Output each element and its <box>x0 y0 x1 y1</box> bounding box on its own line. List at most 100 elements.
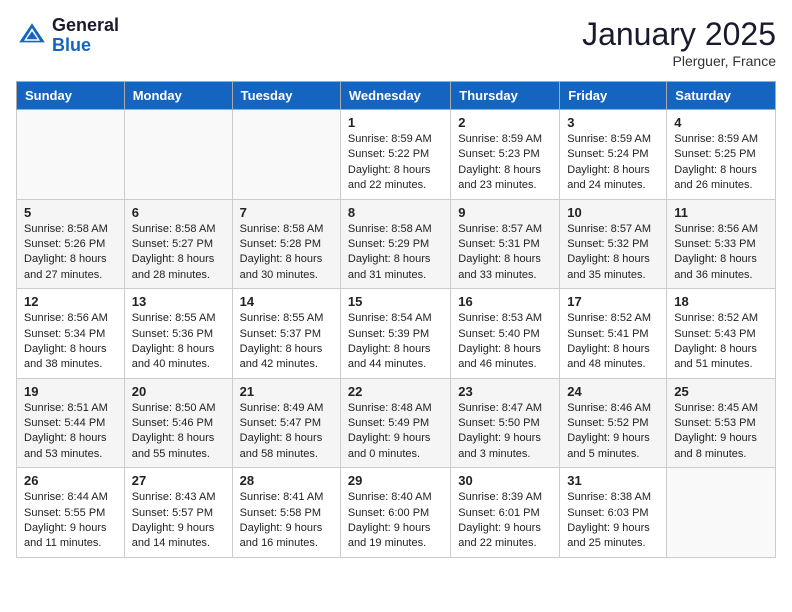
calendar-cell: 14 Sunrise: 8:55 AMSunset: 5:37 PMDayligh… <box>232 289 340 379</box>
day-info: Sunrise: 8:54 AMSunset: 5:39 PMDaylight:… <box>348 311 443 373</box>
day-info: Sunrise: 8:55 AMSunset: 5:36 PMDaylight:… <box>132 311 225 373</box>
calendar-cell: 9 Sunrise: 8:57 AMSunset: 5:31 PMDaylight… <box>451 199 560 289</box>
day-number: 5 <box>24 205 117 220</box>
calendar-cell: 5 Sunrise: 8:58 AMSunset: 5:26 PMDaylight… <box>17 199 125 289</box>
day-number: 14 <box>240 294 333 309</box>
calendar-cell: 16Sunrise: 8:53 AMSunset: 5:40 PMDayligh… <box>451 289 560 379</box>
day-number: 18 <box>674 294 768 309</box>
weekday-header: Thursday <box>451 82 560 110</box>
day-info: Sunrise: 8:58 AMSunset: 5:29 PMDaylight:… <box>348 222 443 284</box>
day-info: Sunrise: 8:44 AMSunset: 5:55 PMDaylight:… <box>24 490 117 552</box>
logo: General Blue <box>16 16 119 56</box>
day-info: Sunrise: 8:45 AMSunset: 5:53 PMDaylight:… <box>674 401 768 463</box>
day-number: 9 <box>458 205 552 220</box>
calendar-cell: 25Sunrise: 8:45 AMSunset: 5:53 PMDayligh… <box>667 378 776 468</box>
calendar-week-row: 12 Sunrise: 8:56 AMSunset: 5:34 PMDayligh… <box>17 289 776 379</box>
day-number: 7 <box>240 205 333 220</box>
calendar-cell: 27Sunrise: 8:43 AMSunset: 5:57 PMDayligh… <box>124 468 232 558</box>
day-number: 13 <box>132 294 225 309</box>
calendar-cell: 21 Sunrise: 8:49 AMSunset: 5:47 PMDayligh… <box>232 378 340 468</box>
calendar-cell: 24Sunrise: 8:46 AMSunset: 5:52 PMDayligh… <box>560 378 667 468</box>
calendar-cell: 26 Sunrise: 8:44 AMSunset: 5:55 PMDayligh… <box>17 468 125 558</box>
calendar-week-row: 19Sunrise: 8:51 AMSunset: 5:44 PMDayligh… <box>17 378 776 468</box>
weekday-header: Wednesday <box>340 82 450 110</box>
calendar-cell: 17Sunrise: 8:52 AMSunset: 5:41 PMDayligh… <box>560 289 667 379</box>
day-info: Sunrise: 8:50 AMSunset: 5:46 PMDaylight:… <box>132 401 225 463</box>
day-number: 29 <box>348 473 443 488</box>
logo-text: General Blue <box>52 16 119 56</box>
day-number: 4 <box>674 115 768 130</box>
day-number: 8 <box>348 205 443 220</box>
weekday-header: Tuesday <box>232 82 340 110</box>
day-info: Sunrise: 8:38 AMSunset: 6:03 PMDaylight:… <box>567 490 659 552</box>
day-info: Sunrise: 8:51 AMSunset: 5:44 PMDaylight:… <box>24 401 117 463</box>
day-info: Sunrise: 8:40 AMSunset: 6:00 PMDaylight:… <box>348 490 443 552</box>
day-number: 22 <box>348 384 443 399</box>
day-info: Sunrise: 8:46 AMSunset: 5:52 PMDaylight:… <box>567 401 659 463</box>
calendar-cell: 12 Sunrise: 8:56 AMSunset: 5:34 PMDayligh… <box>17 289 125 379</box>
calendar-header: SundayMondayTuesdayWednesdayThursdayFrid… <box>17 82 776 110</box>
day-number: 3 <box>567 115 659 130</box>
day-info: Sunrise: 8:39 AMSunset: 6:01 PMDaylight:… <box>458 490 552 552</box>
day-number: 6 <box>132 205 225 220</box>
calendar-cell <box>232 110 340 200</box>
weekday-header: Saturday <box>667 82 776 110</box>
calendar-cell: 28Sunrise: 8:41 AMSunset: 5:58 PMDayligh… <box>232 468 340 558</box>
day-info: Sunrise: 8:58 AMSunset: 5:28 PMDaylight:… <box>240 222 333 284</box>
day-number: 10 <box>567 205 659 220</box>
day-number: 12 <box>24 294 117 309</box>
logo-general: General <box>52 16 119 36</box>
day-info: Sunrise: 8:59 AMSunset: 5:25 PMDaylight:… <box>674 132 768 194</box>
day-info: Sunrise: 8:49 AMSunset: 5:47 PMDaylight:… <box>240 401 333 463</box>
calendar-cell <box>124 110 232 200</box>
day-info: Sunrise: 8:59 AMSunset: 5:23 PMDaylight:… <box>458 132 552 194</box>
day-number: 23 <box>458 384 552 399</box>
calendar-cell: 3 Sunrise: 8:59 AMSunset: 5:24 PMDaylight… <box>560 110 667 200</box>
day-number: 11 <box>674 205 768 220</box>
calendar: SundayMondayTuesdayWednesdayThursdayFrid… <box>16 81 776 558</box>
calendar-week-row: 5 Sunrise: 8:58 AMSunset: 5:26 PMDaylight… <box>17 199 776 289</box>
day-info: Sunrise: 8:52 AMSunset: 5:41 PMDaylight:… <box>567 311 659 373</box>
day-number: 21 <box>240 384 333 399</box>
calendar-cell: 1Sunrise: 8:59 AMSunset: 5:22 PMDaylight… <box>340 110 450 200</box>
logo-icon <box>16 20 48 52</box>
day-info: Sunrise: 8:43 AMSunset: 5:57 PMDaylight:… <box>132 490 225 552</box>
calendar-cell <box>667 468 776 558</box>
calendar-body: 1Sunrise: 8:59 AMSunset: 5:22 PMDaylight… <box>17 110 776 558</box>
day-info: Sunrise: 8:48 AMSunset: 5:49 PMDaylight:… <box>348 401 443 463</box>
calendar-cell: 29 Sunrise: 8:40 AMSunset: 6:00 PMDayligh… <box>340 468 450 558</box>
calendar-cell: 13 Sunrise: 8:55 AMSunset: 5:36 PMDayligh… <box>124 289 232 379</box>
calendar-cell: 2Sunrise: 8:59 AMSunset: 5:23 PMDaylight… <box>451 110 560 200</box>
calendar-cell <box>17 110 125 200</box>
day-number: 26 <box>24 473 117 488</box>
weekday-header: Monday <box>124 82 232 110</box>
day-number: 28 <box>240 473 333 488</box>
day-info: Sunrise: 8:56 AMSunset: 5:33 PMDaylight:… <box>674 222 768 284</box>
day-info: Sunrise: 8:52 AMSunset: 5:43 PMDaylight:… <box>674 311 768 373</box>
calendar-cell: 6 Sunrise: 8:58 AMSunset: 5:27 PMDaylight… <box>124 199 232 289</box>
day-info: Sunrise: 8:59 AMSunset: 5:22 PMDaylight:… <box>348 132 443 194</box>
month-title: January 2025 <box>582 16 776 53</box>
day-info: Sunrise: 8:55 AMSunset: 5:37 PMDaylight:… <box>240 311 333 373</box>
calendar-week-row: 1Sunrise: 8:59 AMSunset: 5:22 PMDaylight… <box>17 110 776 200</box>
calendar-cell: 4 Sunrise: 8:59 AMSunset: 5:25 PMDaylight… <box>667 110 776 200</box>
weekday-header: Sunday <box>17 82 125 110</box>
calendar-cell: 23 Sunrise: 8:47 AMSunset: 5:50 PMDayligh… <box>451 378 560 468</box>
day-number: 16 <box>458 294 552 309</box>
day-info: Sunrise: 8:56 AMSunset: 5:34 PMDaylight:… <box>24 311 117 373</box>
calendar-cell: 19Sunrise: 8:51 AMSunset: 5:44 PMDayligh… <box>17 378 125 468</box>
day-info: Sunrise: 8:57 AMSunset: 5:31 PMDaylight:… <box>458 222 552 284</box>
day-number: 30 <box>458 473 552 488</box>
logo-blue: Blue <box>52 36 119 56</box>
calendar-cell: 31Sunrise: 8:38 AMSunset: 6:03 PMDayligh… <box>560 468 667 558</box>
day-info: Sunrise: 8:58 AMSunset: 5:27 PMDaylight:… <box>132 222 225 284</box>
weekday-header: Friday <box>560 82 667 110</box>
header: General Blue January 2025 Plerguer, Fran… <box>16 16 776 69</box>
calendar-cell: 20 Sunrise: 8:50 AMSunset: 5:46 PMDayligh… <box>124 378 232 468</box>
day-info: Sunrise: 8:58 AMSunset: 5:26 PMDaylight:… <box>24 222 117 284</box>
calendar-week-row: 26 Sunrise: 8:44 AMSunset: 5:55 PMDayligh… <box>17 468 776 558</box>
calendar-cell: 22 Sunrise: 8:48 AMSunset: 5:49 PMDayligh… <box>340 378 450 468</box>
day-info: Sunrise: 8:59 AMSunset: 5:24 PMDaylight:… <box>567 132 659 194</box>
day-number: 20 <box>132 384 225 399</box>
day-info: Sunrise: 8:47 AMSunset: 5:50 PMDaylight:… <box>458 401 552 463</box>
